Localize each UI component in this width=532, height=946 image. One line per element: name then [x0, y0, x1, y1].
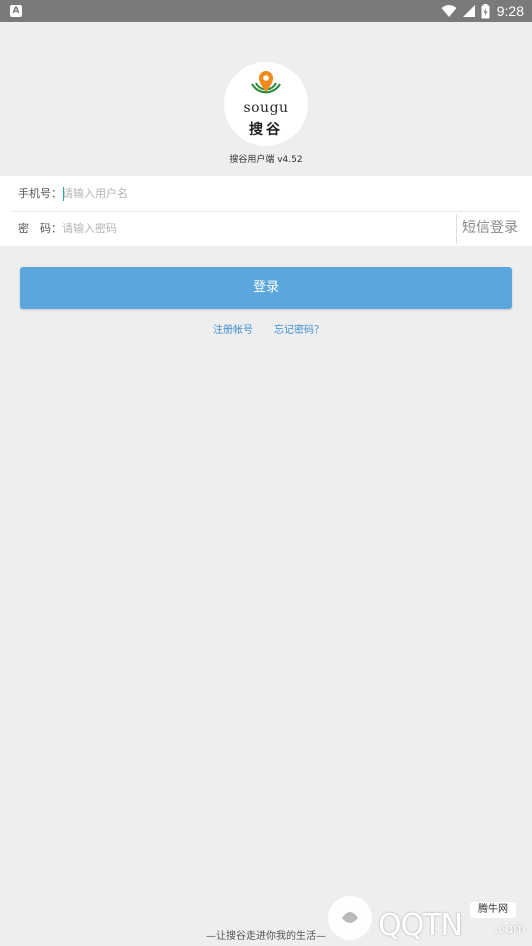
- phone-input[interactable]: [62, 183, 442, 204]
- status-time: 9:28: [496, 3, 524, 19]
- password-input[interactable]: [62, 218, 442, 239]
- logo-chinese-text: 搜谷: [249, 122, 283, 138]
- sms-login-button[interactable]: 短信登录: [458, 211, 522, 246]
- register-link[interactable]: 注册帐号: [213, 321, 253, 336]
- battery-icon: [481, 3, 490, 18]
- app-version-label: 搜谷用户端 v4.52: [229, 155, 303, 165]
- phone-label: 手机号：: [18, 187, 62, 200]
- login-form: 手机号： 密 码： 短信登录: [0, 176, 532, 246]
- password-row: 密 码：: [0, 211, 532, 246]
- forgot-password-link[interactable]: 忘记密码？: [274, 321, 324, 336]
- password-label: 密 码：: [18, 222, 62, 235]
- slogan: —让搜谷走进你我的生活—: [206, 931, 326, 942]
- login-button[interactable]: 登录: [20, 267, 512, 309]
- watermark-site-label: 腾牛网: [470, 902, 516, 918]
- app-logo: sougu 搜谷: [224, 62, 308, 146]
- notification-icon: A: [10, 5, 22, 17]
- logo-english-text: sougu: [243, 100, 289, 116]
- wifi-icon: [441, 5, 457, 17]
- status-indicators: 9:28: [441, 2, 524, 20]
- cellular-signal-icon: [462, 5, 475, 17]
- text-cursor: [63, 187, 64, 201]
- status-bar: A 9:28: [0, 0, 532, 22]
- sms-separator: [456, 214, 457, 244]
- phone-row: 手机号：: [0, 176, 532, 211]
